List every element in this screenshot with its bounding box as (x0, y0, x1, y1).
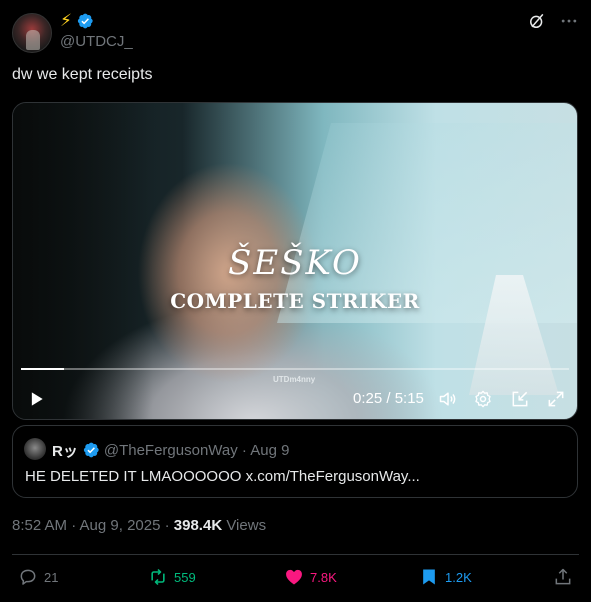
more-icon[interactable] (559, 11, 579, 31)
bookmark-icon (423, 569, 435, 585)
video-time: 0:25 / 5:15 (353, 390, 424, 407)
pip-icon[interactable] (510, 389, 530, 409)
like-button[interactable]: 7.8K (284, 567, 337, 587)
tweet-meta: 8:52 AM · Aug 9, 2025 · 398.4K Views (12, 517, 266, 534)
repost-count: 559 (174, 569, 196, 585)
like-icon (286, 569, 302, 585)
verified-icon (77, 13, 93, 29)
tweet-timestamp[interactable]: 8:52 AM · Aug 9, 2025 · (12, 517, 174, 534)
video-player[interactable]: ŠEŠKO COMPLETE STRIKER UTDm4nny 0:25 / 5… (12, 102, 578, 420)
video-controls: 0:25 / 5:15 (13, 379, 577, 419)
reply-icon (20, 569, 36, 585)
reply-count: 21 (44, 569, 59, 585)
like-count: 7.8K (310, 569, 337, 585)
views-label: Views (222, 517, 267, 534)
grok-icon[interactable] (527, 11, 547, 31)
volume-icon[interactable] (438, 389, 458, 409)
share-icon (555, 568, 571, 585)
quoted-handle-date[interactable]: @TheFergusonWay · Aug 9 (104, 442, 290, 459)
repost-icon (151, 568, 165, 586)
top-actions (527, 11, 579, 31)
share-button[interactable] (553, 567, 573, 587)
video-progress-bar[interactable] (21, 368, 569, 370)
views-count: 398.4K (173, 517, 223, 534)
author-avatar[interactable] (12, 13, 52, 53)
play-icon[interactable] (26, 389, 46, 409)
tweet-text: dw we kept receipts (12, 66, 153, 83)
reply-button[interactable]: 21 (18, 567, 58, 587)
quoted-tweet[interactable]: Rッ @TheFergusonWay · Aug 9 HE DELETED IT… (12, 425, 578, 498)
author-name-row[interactable]: ⚡ (60, 11, 94, 31)
verified-icon (83, 442, 99, 458)
author-display-name[interactable]: ⚡ (60, 11, 72, 31)
quoted-display-name[interactable]: Rッ (52, 440, 78, 461)
fullscreen-icon[interactable] (546, 389, 566, 409)
author-handle[interactable]: @UTDCJ_ (60, 33, 133, 50)
action-bar: 21 559 7.8K 1.2K (0, 565, 591, 591)
quoted-text: HE DELETED IT LMAOOOOOO x.com/TheFerguso… (25, 468, 420, 485)
bookmark-button[interactable]: 1.2K (419, 567, 472, 587)
video-progress-fill (21, 368, 65, 370)
settings-icon[interactable] (473, 389, 493, 409)
video-overlay-subtitle: COMPLETE STRIKER (170, 289, 420, 313)
quoted-header: Rッ @TheFergusonWay · Aug 9 (52, 440, 289, 460)
bookmark-count: 1.2K (445, 569, 472, 585)
quoted-avatar[interactable] (24, 438, 46, 460)
repost-button[interactable]: 559 (148, 567, 196, 587)
divider (12, 554, 579, 555)
video-overlay-name: ŠEŠKO (228, 243, 362, 283)
